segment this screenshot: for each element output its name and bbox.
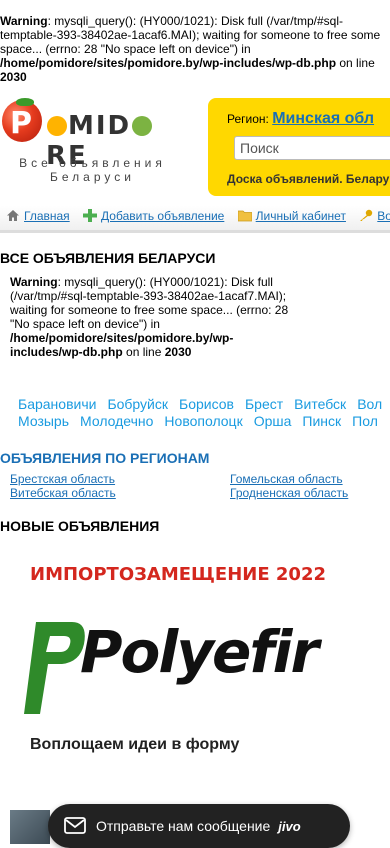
city-link[interactable]: Брест [245, 396, 283, 412]
warning-label: Warning [10, 275, 58, 289]
top-warning: Warning: mysqli_query(): (HY000/1021): D… [0, 0, 390, 84]
home-icon [7, 210, 19, 221]
chat-text: Отправьте нам сообщение [96, 818, 271, 834]
warning-label: Warning [0, 14, 48, 28]
region-label: Регион: [227, 112, 269, 126]
nav-link-home[interactable]: Главная [24, 209, 70, 223]
warning-on-line: on line [126, 345, 162, 359]
chat-widget[interactable]: Отправьте нам сообщение jivo [48, 804, 350, 848]
inner-warning: Warning: mysqli_query(): (HY000/1021): D… [10, 275, 300, 359]
logo-letter-p: P [10, 106, 34, 141]
city-link[interactable]: Вол [357, 396, 382, 412]
city-row-2: Мозырь Молодечно Новополоцк Орша Пинск Пол [0, 413, 390, 430]
city-link[interactable]: Витебск [294, 396, 346, 412]
region-link[interactable]: Брестская область [10, 472, 115, 486]
regions-title: ОБЪЯВЛЕНИЯ ПО РЕГИОНАМ [0, 450, 210, 466]
section-title: ВСЕ ОБЪЯВЛЕНИЯ БЕЛАРУСИ [0, 250, 216, 266]
warning-line-number: 2030 [0, 70, 27, 84]
city-link[interactable]: Молодечно [80, 413, 153, 429]
nav-link-add[interactable]: Добавить объявление [101, 209, 224, 223]
warning-on-line: on line [339, 56, 375, 70]
nav-link-account[interactable]: Личный кабинет [256, 209, 346, 223]
city-link[interactable]: Орша [254, 413, 292, 429]
nav-item-add[interactable]: Добавить объявление [83, 206, 224, 226]
city-link[interactable]: Новополоцк [164, 413, 242, 429]
warning-path: /home/pomidore/sites/pomidore.by/wp-incl… [0, 56, 337, 70]
site-logo[interactable]: P MIDRE [0, 98, 180, 171]
plus-icon [83, 209, 98, 222]
main-nav: Главная Добавить объявление Личный кабин… [0, 206, 390, 233]
city-link[interactable]: Пинск [302, 413, 341, 429]
header-panel: Регион: Минская обл Поиск Доска объявлен… [208, 98, 390, 196]
region-link[interactable]: Минская обл [272, 110, 374, 127]
ad-thumbnail[interactable] [10, 810, 50, 844]
city-link[interactable]: Барановичи [18, 396, 96, 412]
region-selector: Регион: Минская обл [227, 110, 374, 128]
banner-brand: Polyefir [80, 618, 319, 686]
key-icon [360, 209, 373, 221]
nav-item-login[interactable]: Вой [359, 206, 390, 226]
chat-brand: jivo [278, 818, 301, 834]
warning-path: /home/pomidore/sites/pomidore.by/wp-incl… [10, 331, 234, 359]
city-row-1: Барановичи Бобруйск Борисов Брест Витебск Вол [0, 396, 390, 413]
nav-item-home[interactable]: Главная [6, 206, 70, 226]
city-link[interactable]: Борисов [179, 396, 234, 412]
region-link[interactable]: Витебская область [10, 486, 116, 500]
banner-headline: ИМПОРТОЗАМЕЩЕНИЕ 2022 [30, 564, 326, 585]
site-tagline: Все объявления Беларуси [19, 156, 166, 184]
warning-text: : mysqli_query(): (HY000/1021): Disk ful… [0, 14, 381, 56]
site-header: P MIDRE Все объявления Беларуси Регион: … [0, 96, 390, 200]
ad-banner[interactable]: ИМПОРТОЗАМЕЩЕНИЕ 2022 Polyefir Воплощаем… [10, 556, 330, 766]
region-link[interactable]: Гродненская область [230, 486, 348, 500]
city-link[interactable]: Мозырь [18, 413, 69, 429]
search-input[interactable]: Поиск [234, 136, 390, 160]
banner-subline: Воплощаем идеи в форму [30, 736, 240, 753]
nav-link-login[interactable]: Вой [377, 209, 390, 223]
region-link[interactable]: Гомельская область [230, 472, 343, 486]
nav-item-account[interactable]: Личный кабинет [237, 206, 346, 226]
new-ads-title: НОВЫЕ ОБЪЯВЛЕНИЯ [0, 518, 160, 534]
mail-icon [64, 817, 86, 834]
city-link[interactable]: Пол [352, 413, 378, 429]
site-slogan: Доска объявлений. Белару [227, 172, 390, 186]
folder-icon [237, 210, 252, 222]
city-link[interactable]: Бобруйск [107, 396, 168, 412]
city-links: Барановичи Бобруйск Борисов Брест Витебск Вол… [0, 396, 390, 436]
warning-line-number: 2030 [164, 345, 192, 359]
